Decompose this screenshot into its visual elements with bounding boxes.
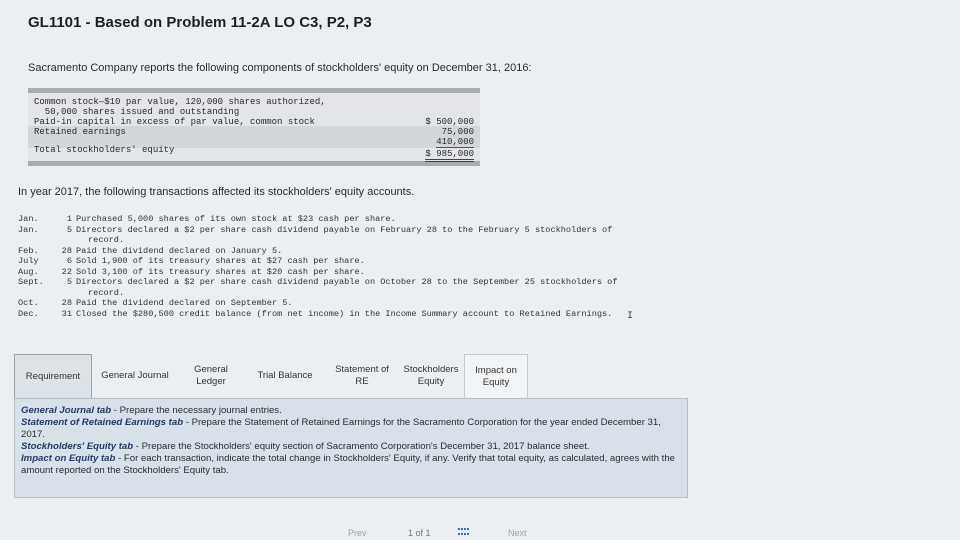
- txn-month: Jan.: [18, 224, 39, 235]
- intro-text: Sacramento Company reports the following…: [28, 62, 532, 74]
- transaction-row: July 6 Sold 1,900 of its treasury shares a…: [18, 256, 738, 267]
- txn-month: Feb.: [18, 245, 39, 256]
- equity-row: Common stock—$10 par value, 120,000 shar…: [34, 97, 474, 107]
- txn-day: 31: [61, 308, 72, 319]
- requirement-item-name: General Journal tab: [21, 405, 112, 416]
- txn-text: Directors declared a $2 per share cash d…: [76, 277, 618, 287]
- txn-text: Paid the dividend declared on September …: [76, 298, 293, 308]
- requirement-item: Statement of Retained Earnings tab - Pre…: [21, 417, 679, 441]
- equity-row: 50,000 shares issued and outstanding $ 5…: [34, 107, 474, 127]
- transaction-row: Sept. 5 Directors declared a $2 per share …: [18, 277, 738, 288]
- tab-trial-balance[interactable]: Trial Balance: [244, 354, 326, 398]
- transaction-row: Jan. 5 Directors declared a $2 per share c…: [18, 225, 738, 236]
- equity-label: Paid-in capital in excess of par value, …: [34, 117, 315, 127]
- txn-day: 5: [66, 277, 72, 287]
- txn-month: Sept.: [18, 277, 44, 287]
- tab-general-journal[interactable]: General Journal: [92, 354, 178, 398]
- transaction-row: record.: [18, 288, 738, 299]
- tab-general-ledger[interactable]: General Ledger: [178, 354, 244, 398]
- txn-text: Sold 3,100 of its treasury shares at $20…: [76, 266, 365, 277]
- requirement-item: Impact on Equity tab - For each transact…: [21, 453, 679, 477]
- tab-statement-of-re[interactable]: Statement of RE: [326, 354, 398, 398]
- transactions-list: Jan. 1 Purchased 5,000 shares of its own s…: [18, 214, 738, 319]
- requirement-item: Stockholders' Equity tab - Prepare the S…: [21, 441, 679, 453]
- transaction-row: Feb. 28 Paid the dividend declared on Janu…: [18, 246, 738, 257]
- tab-requirement[interactable]: Requirement: [14, 354, 92, 398]
- transaction-row: record.: [18, 235, 738, 246]
- equity-table: Common stock—$10 par value, 120,000 shar…: [28, 88, 480, 166]
- equity-row: Paid-in capital in excess of par value, …: [34, 117, 474, 137]
- txn-month: July: [18, 256, 39, 266]
- transaction-row: Jan. 1 Purchased 5,000 shares of its own s…: [18, 214, 738, 225]
- txn-month: Aug.: [18, 266, 39, 277]
- tab-stockholders-equity[interactable]: Stockholders Equity: [398, 354, 464, 398]
- txn-text: Purchased 5,000 shares of its own stock …: [76, 214, 396, 224]
- equity-label: Total stockholders' equity: [34, 145, 175, 155]
- txn-text: Sold 1,900 of its treasury shares at $27…: [76, 256, 365, 266]
- txn-text: record.: [88, 287, 125, 298]
- equity-total-amount: $ 985,000: [425, 149, 474, 162]
- requirement-item-text: - For each transaction, indicate the tot…: [21, 453, 675, 476]
- txn-day: 28: [61, 298, 72, 308]
- equity-label: Retained earnings: [34, 127, 126, 137]
- txn-month: Oct.: [18, 298, 39, 308]
- prev-button[interactable]: Prev: [348, 528, 367, 538]
- grid-icon[interactable]: [458, 528, 470, 536]
- equity-total-row: Total stockholders' equity $ 985,000: [34, 145, 474, 162]
- page-position: 1 of 1: [408, 528, 431, 538]
- text-cursor-icon: I: [627, 311, 634, 322]
- pager: Prev 1 of 1 Next: [340, 526, 620, 540]
- txn-day: 6: [66, 256, 72, 266]
- requirement-item-name: Impact on Equity tab: [21, 453, 116, 464]
- requirement-panel: General Journal tab - Prepare the necess…: [14, 398, 688, 498]
- equity-row: Retained earnings 410,000: [34, 127, 474, 148]
- txn-text: Directors declared a $2 per share cash d…: [76, 224, 613, 235]
- equity-label: Common stock—$10 par value, 120,000 shar…: [34, 97, 326, 107]
- requirement-item-name: Stockholders' Equity tab: [21, 441, 134, 452]
- txn-text: record.: [88, 235, 125, 245]
- year-intro-text: In year 2017, the following transactions…: [18, 186, 415, 198]
- txn-day: 22: [61, 266, 72, 277]
- page-title: GL1101 - Based on Problem 11-2A LO C3, P…: [28, 14, 372, 31]
- requirement-item-text: - Prepare the Stockholders' equity secti…: [133, 441, 590, 452]
- transaction-row: Aug. 22 Sold 3,100 of its treasury shares …: [18, 267, 738, 278]
- tab-impact-on-equity[interactable]: Impact on Equity: [464, 354, 528, 398]
- txn-day: 1: [66, 214, 72, 224]
- next-button[interactable]: Next: [508, 528, 527, 538]
- txn-day: 5: [66, 224, 72, 235]
- txn-month: Jan.: [18, 214, 39, 224]
- requirement-item-name: Statement of Retained Earnings tab: [21, 417, 184, 428]
- requirement-item: General Journal tab - Prepare the necess…: [21, 405, 679, 417]
- txn-month: Dec.: [18, 308, 39, 319]
- txn-text: Paid the dividend declared on January 5.: [76, 245, 283, 256]
- txn-text: Closed the $280,500 credit balance (from…: [76, 308, 613, 319]
- requirement-item-text: - Prepare the necessary journal entries.: [111, 405, 282, 416]
- txn-day: 28: [61, 245, 72, 256]
- transaction-row: Oct. 28 Paid the dividend declared on Sept…: [18, 298, 738, 309]
- tab-bar: Requirement General Journal General Ledg…: [14, 354, 528, 398]
- equity-label: 50,000 shares issued and outstanding: [34, 107, 240, 117]
